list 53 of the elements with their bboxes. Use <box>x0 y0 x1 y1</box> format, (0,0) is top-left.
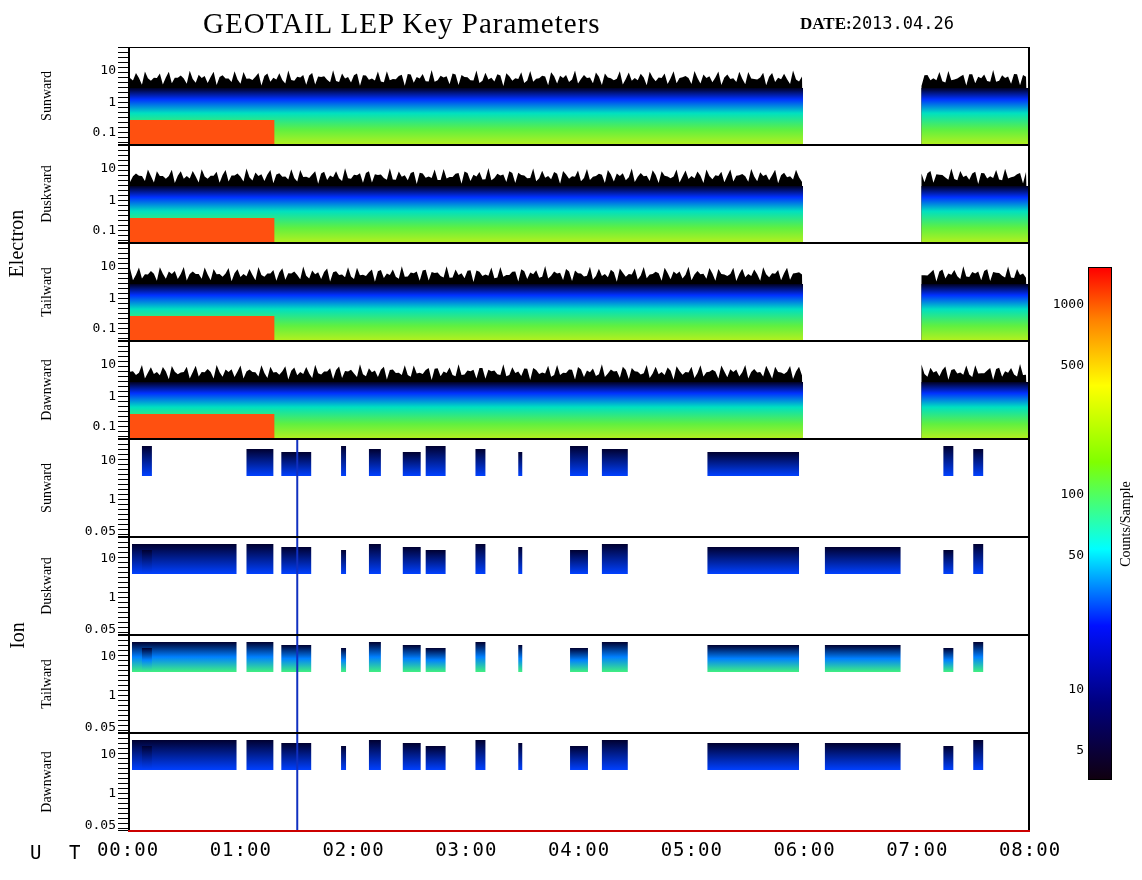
y-tick-label: 1 <box>108 588 116 604</box>
colorbar-tick-label: 50 <box>1068 546 1084 562</box>
date-label: DATE:2013.04.26 <box>800 13 954 34</box>
y-tick-label: 0.05 <box>84 816 116 832</box>
y-tick-label: 10 <box>100 549 116 565</box>
group-label: Ion <box>5 621 29 649</box>
x-tick-label: 00:00 <box>96 838 160 860</box>
y-tick-label: 0.1 <box>92 319 116 335</box>
x-tick-label: 06:00 <box>773 838 836 860</box>
x-tick-label: 04:00 <box>547 838 611 860</box>
group-label: Electron <box>5 209 29 277</box>
y-tick-label: 0.05 <box>84 522 116 538</box>
panel-label: Tailward <box>39 659 55 709</box>
panel-label: Sunward <box>39 463 55 513</box>
y-tick-label: 0.1 <box>92 221 116 237</box>
x-tick-label: 08:00 <box>998 838 1062 860</box>
panel-label: Duskward <box>39 557 55 615</box>
y-tick-label: 1 <box>108 191 116 207</box>
y-tick-label: 10 <box>100 257 116 273</box>
panel-label: Sunward <box>39 71 55 121</box>
x-tick-label: 02:00 <box>322 838 385 860</box>
plot-title: GEOTAIL LEP Key Parameters <box>203 7 602 40</box>
x-tick-label: 05:00 <box>660 838 723 860</box>
y-tick-label: 1 <box>108 490 116 506</box>
colorbar-tick-label: 500 <box>1060 356 1084 372</box>
x-tick-label: 03:00 <box>435 838 498 860</box>
y-tick-label: 1 <box>108 784 116 800</box>
colorbar-tick-label: 10 <box>1068 680 1084 696</box>
y-tick-label: 0.05 <box>84 718 116 734</box>
panel-label: Dawnward <box>39 359 55 421</box>
x-tick-label: 07:00 <box>886 838 949 860</box>
y-tick-label: 10 <box>100 451 116 467</box>
y-tick-label: 1 <box>108 686 116 702</box>
panel-label: Tailward <box>39 267 55 317</box>
x-tick-label: 01:00 <box>209 838 272 860</box>
colorbar-tick-label: 1000 <box>1052 295 1084 311</box>
y-tick-label: 10 <box>100 647 116 663</box>
y-tick-label: 10 <box>100 159 116 175</box>
y-tick-label: 10 <box>100 61 116 77</box>
colorbar-tick-label: 100 <box>1060 485 1084 501</box>
y-tick-label: 0.05 <box>84 620 116 636</box>
y-tick-label: 1 <box>108 289 116 305</box>
panel-label: Duskward <box>39 165 55 223</box>
y-tick-label: 10 <box>100 355 116 371</box>
y-tick-label: 1 <box>108 387 116 403</box>
y-tick-label: 10 <box>100 745 116 761</box>
y-tick-label: 0.1 <box>92 123 116 139</box>
colorbar-label: Counts/Sample <box>1118 480 1134 567</box>
y-tick-label: 0.1 <box>92 417 116 433</box>
x-axis-label: U T <box>30 841 90 863</box>
panel-label: Dawnward <box>39 751 55 813</box>
colorbar-tick-label: 5 <box>1076 741 1084 757</box>
y-tick-label: 1 <box>108 93 116 109</box>
